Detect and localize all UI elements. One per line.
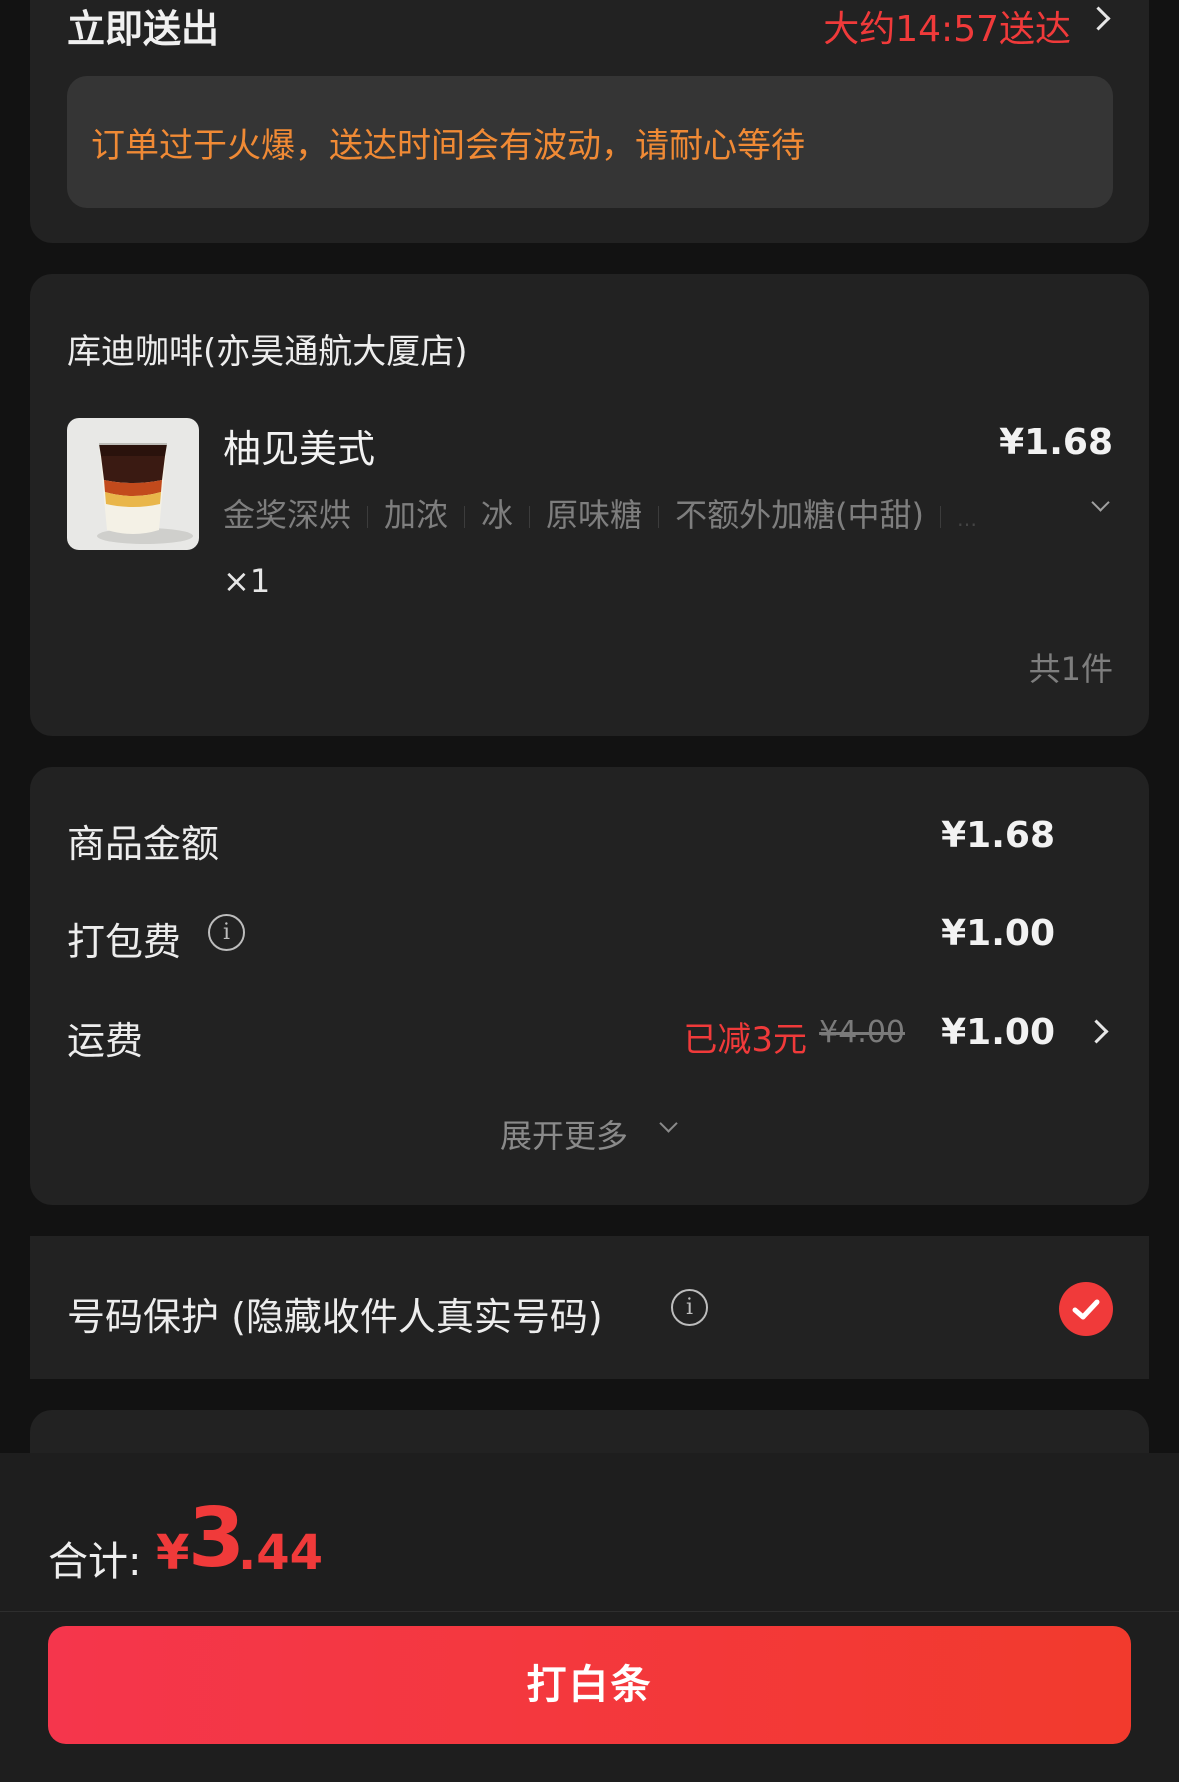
shipping-fee-value: ¥1.00 xyxy=(941,1012,1055,1053)
packing-fee-info-icon[interactable]: i xyxy=(208,914,245,951)
product-specs[interactable]: 金奖深烘 加浓冰原味糖 不额外加糖(中甜) … xyxy=(223,490,1023,536)
shipping-original-price: ¥4.00 xyxy=(819,1015,905,1050)
eta-text: 大约14:57送达 xyxy=(823,9,1071,50)
goods-amount-value: ¥1.68 xyxy=(941,815,1055,856)
privacy-checkbox[interactable] xyxy=(1059,1282,1113,1336)
spec-divider xyxy=(658,506,660,528)
divider xyxy=(0,1611,1179,1612)
spec-tag: 不额外加糖(中甜) xyxy=(675,496,925,534)
chevron-right-icon xyxy=(1086,6,1111,31)
product-thumbnail xyxy=(67,418,199,550)
delivery-mode: 立即送出 xyxy=(67,7,220,51)
pay-button[interactable]: 打白条 xyxy=(48,1626,1131,1744)
spec-divider xyxy=(529,506,531,528)
spec-tag: 冰 xyxy=(481,496,514,534)
total-currency: ¥ xyxy=(156,1525,190,1581)
spec-divider xyxy=(940,506,942,528)
busy-notice-text: 订单过于火爆，送达时间会有波动，请耐心等待 xyxy=(91,126,805,166)
spec-divider xyxy=(464,506,466,528)
packing-fee-label: 打包费 xyxy=(67,920,182,964)
checkout-footer: 合计: ¥ 3 .44 打白条 xyxy=(0,1453,1179,1782)
spec-tag: 加浓 xyxy=(384,496,449,534)
expand-more-label: 展开更多 xyxy=(500,1117,629,1155)
item-count: 共1件 xyxy=(1028,650,1113,688)
expand-specs-icon[interactable] xyxy=(1091,493,1110,512)
shipping-fee-label: 运费 xyxy=(67,1019,144,1063)
checkmark-icon xyxy=(1072,1299,1100,1320)
privacy-card: 号码保护 (隐藏收件人真实号码) i xyxy=(30,1236,1149,1379)
product-price: ¥1.68 xyxy=(999,422,1113,463)
privacy-info-icon[interactable]: i xyxy=(671,1289,708,1326)
spec-overflow: … xyxy=(957,507,978,531)
store-name: 库迪咖啡(亦昊通航大厦店) xyxy=(67,332,468,372)
shipping-fee-detail[interactable]: 已减3元 ¥4.00 ¥1.00 xyxy=(653,1003,1113,1063)
product-name: 柚见美式 xyxy=(223,427,376,471)
eta-link[interactable]: 大约14:57送达 xyxy=(793,0,1113,50)
fee-card: 商品金额 ¥1.68 打包费 i ¥1.00 运费 已减3元 ¥4.00 ¥1.… xyxy=(30,767,1149,1205)
shipping-discount: 已减3元 xyxy=(683,1020,807,1060)
expand-more-button[interactable]: 展开更多 xyxy=(500,1107,710,1157)
busy-notice: 订单过于火爆，送达时间会有波动，请耐心等待 xyxy=(67,76,1113,208)
pay-button-label: 打白条 xyxy=(526,1662,653,1708)
iced-coffee-image xyxy=(97,443,193,544)
packing-fee-value: ¥1.00 xyxy=(941,913,1055,954)
total-integer: 3 xyxy=(188,1491,246,1586)
product-quantity: ×1 xyxy=(223,562,271,600)
spec-tag: 金奖深烘 xyxy=(223,496,352,534)
total-label: 合计: xyxy=(48,1539,142,1585)
chevron-right-icon xyxy=(1084,1019,1109,1044)
privacy-label: 号码保护 (隐藏收件人真实号码) xyxy=(67,1295,603,1339)
goods-amount-label: 商品金额 xyxy=(67,822,220,866)
total-row: 合计: ¥ 3 .44 xyxy=(48,1491,648,1591)
total-decimal: .44 xyxy=(238,1525,324,1581)
delivery-card: 立即送出 大约14:57送达 订单过于火爆，送达时间会有波动，请耐心等待 xyxy=(30,0,1149,243)
spec-divider xyxy=(367,506,369,528)
store-card: 库迪咖啡(亦昊通航大厦店) 柚见美式 ¥1.68 金奖深烘 加浓冰原味糖 不额外加糖… xyxy=(30,274,1149,736)
spec-tag: 原味糖 xyxy=(546,496,643,534)
chevron-down-icon xyxy=(659,1114,678,1133)
